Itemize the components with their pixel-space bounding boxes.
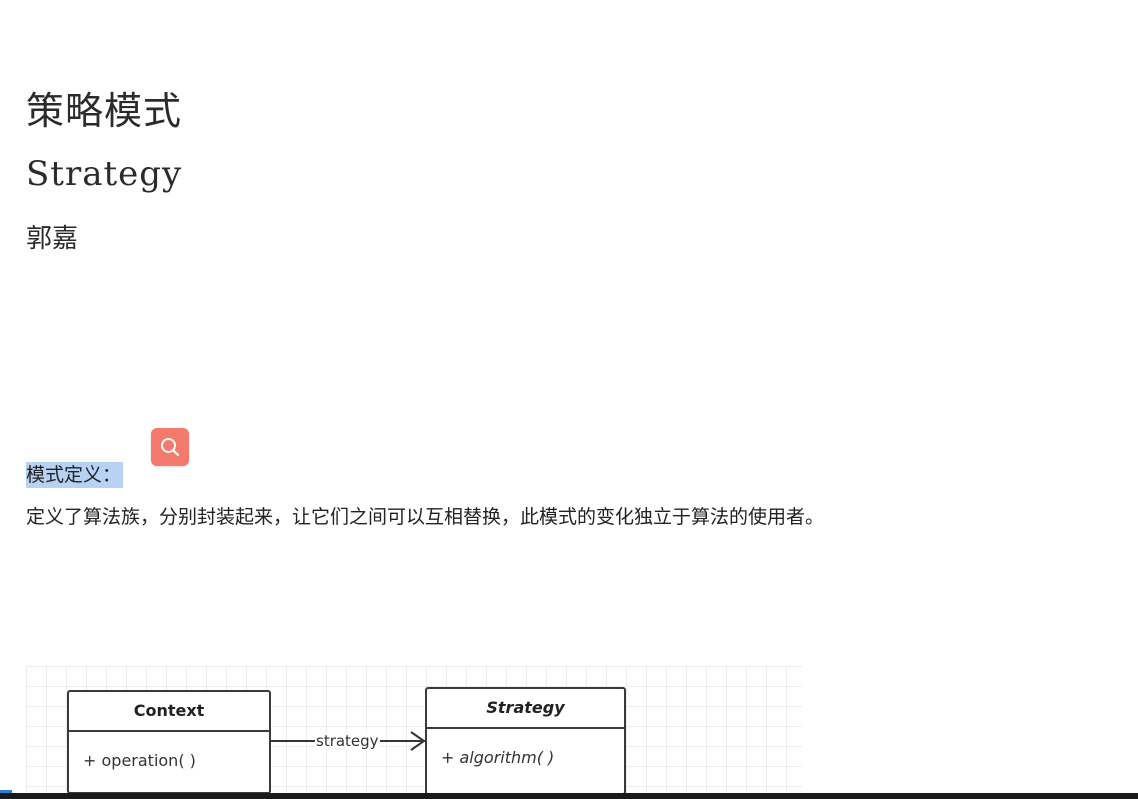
page-subtitle: Strategy	[26, 154, 183, 194]
association-label: strategy	[315, 732, 380, 750]
uml-class-strategy[interactable]: Strategy + algorithm( )	[425, 687, 626, 795]
bottom-bar	[0, 793, 1138, 799]
definition-heading[interactable]: 模式定义：	[26, 462, 124, 488]
uml-diagram: Context + operation( ) strategy Strategy…	[26, 666, 802, 799]
search-icon	[161, 438, 180, 457]
association-arrow	[271, 731, 426, 751]
author-name: 郭嘉	[26, 224, 79, 254]
definition-text[interactable]: 定义了算法族，分别封装起来，让它们之间可以互相替换，此模式的变化独立于算法的使用…	[26, 504, 824, 530]
floating-search-button[interactable]	[151, 428, 189, 466]
page-title: 策略模式	[26, 89, 183, 133]
class-name: Strategy	[427, 689, 624, 729]
class-method: + algorithm( )	[441, 748, 555, 767]
